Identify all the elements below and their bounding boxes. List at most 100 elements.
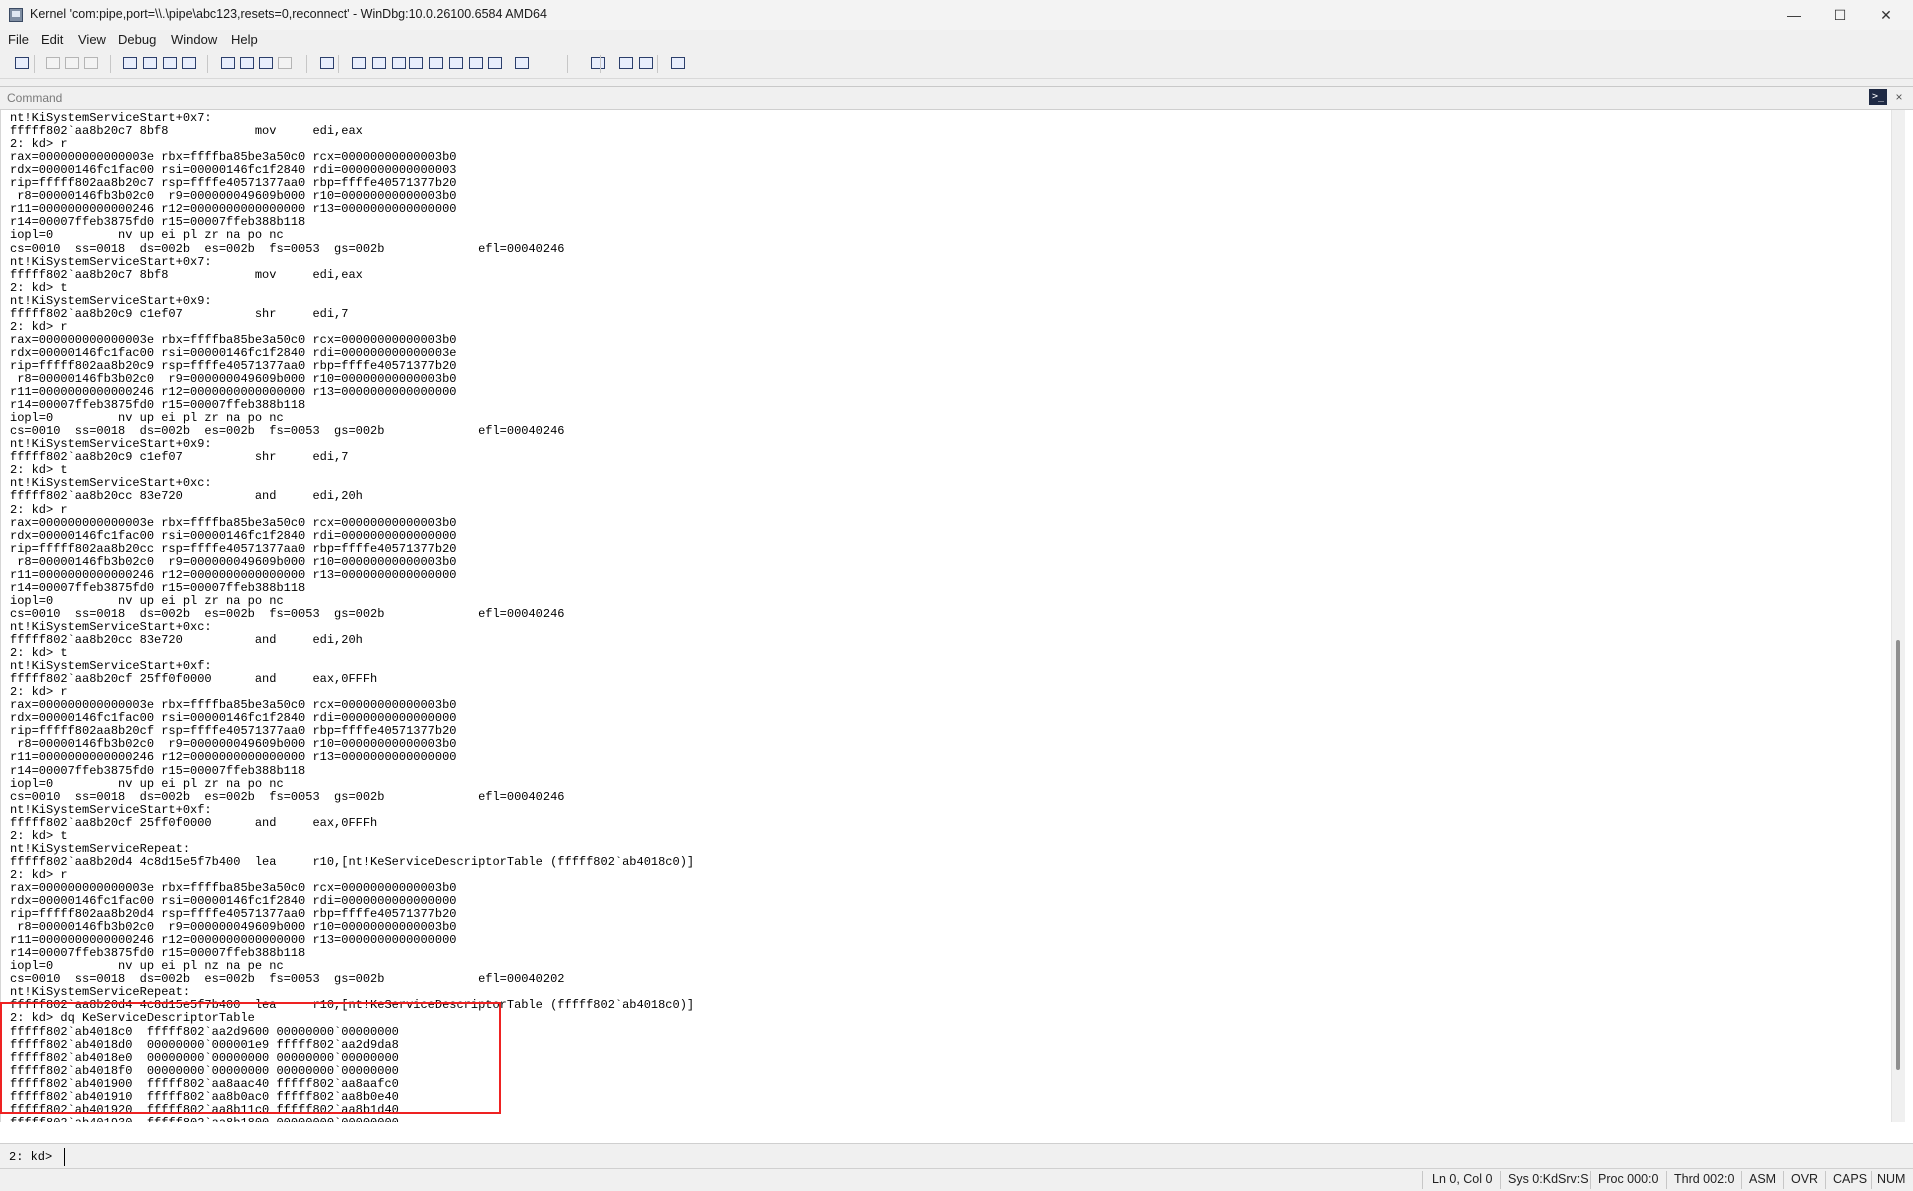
toolbar-separator: [600, 55, 601, 73]
output-line: r8=00000146fb3b02c0 r9=000000049609b000 …: [10, 920, 457, 935]
watch-window-icon-glyph: [372, 57, 386, 69]
minimize-button[interactable]: —: [1771, 0, 1817, 30]
output-line: rip=fffff802aa8b20cf rsp=ffffe40571377aa…: [10, 724, 457, 739]
output-line: r8=00000146fb3b02c0 r9=000000049609b000 …: [10, 189, 457, 204]
toolbar-separator: [567, 55, 568, 73]
status-ovr: OVR: [1791, 1172, 1819, 1186]
output-line: rdx=00000146fc1fac00 rsi=00000146fc1f284…: [10, 711, 457, 726]
options-icon[interactable]: [669, 54, 687, 72]
cut-icon-glyph: [46, 57, 60, 69]
step-into-icon[interactable]: [219, 54, 237, 72]
disassembly-window-icon[interactable]: [467, 54, 485, 72]
close-icon[interactable]: ×: [1891, 89, 1907, 105]
command-window-header: Command >_ ×: [0, 87, 1913, 110]
output-line: fffff802`aa8b20cc 83e720 and edi,20h: [10, 633, 363, 647]
menu-view[interactable]: View: [78, 32, 106, 47]
restart-icon[interactable]: [141, 54, 159, 72]
output-line: fffff802`ab401900 fffff802`aa8aac40 ffff…: [10, 1076, 399, 1091]
step-out-icon-glyph: [259, 57, 273, 69]
output-line: 2: kd> r: [10, 319, 68, 334]
output-line: rdx=00000146fc1fac00 rsi=00000146fc1f284…: [10, 528, 457, 543]
stop-debugging-icon[interactable]: [161, 54, 179, 72]
command-window: Command >_ × nt!KiSystemServiceStart+0x7…: [0, 86, 1913, 1174]
copy-icon: [63, 54, 81, 72]
toolbar-separator: [110, 55, 111, 73]
scratch-pad-icon-glyph: [488, 57, 502, 69]
menu-debug[interactable]: Debug: [118, 32, 156, 47]
output-line: iopl=0 nv up ei pl zr na po nc: [10, 228, 284, 243]
command-window-icon[interactable]: [350, 54, 368, 72]
output-scrollbar[interactable]: [1891, 110, 1905, 1122]
open-icon[interactable]: [13, 54, 31, 72]
output-line: r8=00000146fb3b02c0 r9=000000049609b000 …: [10, 554, 457, 569]
output-line: iopl=0 nv up ei pl zr na po nc: [10, 776, 284, 791]
menu-edit[interactable]: Edit: [41, 32, 63, 47]
command-input[interactable]: [64, 1148, 1905, 1166]
disassembly-window-icon-glyph: [469, 57, 483, 69]
menu-file[interactable]: File: [8, 32, 29, 47]
toolbar-separator: [306, 55, 307, 73]
output-line: r14=00007ffeb3875fd0 r15=00007ffeb388b11…: [10, 580, 306, 595]
output-line: fffff802`aa8b20c7 8bf8 mov edi,eax: [10, 267, 363, 282]
maximize-button[interactable]: ☐: [1817, 0, 1863, 30]
call-stack-window-icon[interactable]: [447, 54, 465, 72]
output-line: fffff802`ab401920 fffff802`aa8b11c0 ffff…: [10, 1102, 399, 1117]
source-mode-icon[interactable]: [589, 54, 607, 72]
status-num: NUM: [1877, 1172, 1906, 1186]
go-icon[interactable]: [121, 54, 139, 72]
prompt-icon[interactable]: >_: [1869, 89, 1887, 105]
output-line: iopl=0 nv up ei pl zr na po nc: [10, 593, 284, 608]
memory-window-icon-glyph: [429, 57, 443, 69]
step-into-icon-glyph: [221, 57, 235, 69]
output-line: nt!KiSystemServiceStart+0xf:: [10, 659, 212, 674]
step-over-icon[interactable]: [238, 54, 256, 72]
output-line: 2: kd> r: [10, 137, 68, 152]
cut-icon: [44, 54, 62, 72]
locals-window-icon[interactable]: [390, 54, 408, 72]
output-line: fffff802`aa8b20cc 83e720 and edi,20h: [10, 489, 363, 504]
output-line: r14=00007ffeb3875fd0 r15=00007ffeb388b11…: [10, 215, 306, 230]
call-stack-window-icon-glyph: [449, 57, 463, 69]
output-line: r11=0000000000000246 r12=000000000000000…: [10, 933, 457, 948]
output-line: nt!KiSystemServiceStart+0xf:: [10, 802, 212, 817]
output-line: 2: kd> r: [10, 685, 68, 700]
output-line: rip=fffff802aa8b20c9 rsp=ffffe40571377aa…: [10, 358, 457, 373]
font-icon[interactable]: [637, 54, 655, 72]
menu-window[interactable]: Window: [171, 32, 217, 47]
break-icon[interactable]: [180, 54, 198, 72]
status-sys: Sys 0:KdSrv:S: [1508, 1172, 1589, 1186]
status-caps: CAPS: [1833, 1172, 1868, 1186]
menu-bar: File Edit View Debug Window Help: [0, 30, 1913, 50]
status-proc: Proc 000:0: [1598, 1172, 1659, 1186]
breakpoint-hand-icon-glyph: [320, 57, 334, 69]
output-line: nt!KiSystemServiceStart+0xc:: [10, 476, 212, 491]
output-line: fffff802`ab401910 fffff802`aa8b0ac0 ffff…: [10, 1089, 399, 1104]
watch-window-icon[interactable]: [370, 54, 388, 72]
output-line: r14=00007ffeb3875fd0 r15=00007ffeb388b11…: [10, 398, 306, 413]
step-out-icon[interactable]: [257, 54, 275, 72]
output-line: cs=0010 ss=0018 ds=002b es=002b fs=0053 …: [10, 606, 565, 621]
menu-help[interactable]: Help: [231, 32, 258, 47]
output-line: fffff802`aa8b20d4 4c8d15e5f7b400 lea r10…: [10, 854, 695, 869]
output-line: rip=fffff802aa8b20d4 rsp=ffffe40571377aa…: [10, 907, 457, 922]
registers-window-icon[interactable]: [407, 54, 425, 72]
output-line: fffff802`aa8b20cf 25ff0f0000 and eax,0FF…: [10, 672, 378, 687]
output-line: cs=0010 ss=0018 ds=002b es=002b fs=0053 …: [10, 789, 565, 804]
source-mode-icon-glyph: [591, 57, 605, 69]
output-line: rdx=00000146fc1fac00 rsi=00000146fc1f284…: [10, 894, 457, 908]
breakpoint-hand-icon[interactable]: [318, 54, 336, 72]
output-line: rax=000000000000003e rbx=ffffba85be3a50c…: [10, 698, 457, 713]
close-button[interactable]: ✕: [1863, 0, 1909, 30]
toolbar: [0, 50, 1913, 79]
scrollbar-thumb[interactable]: [1896, 639, 1900, 1070]
input-prompt: 2: kd>: [9, 1150, 53, 1164]
output-line: 2: kd> t: [10, 828, 68, 843]
output-line: 2: kd> t: [10, 280, 68, 295]
output-line: rip=fffff802aa8b20cc rsp=ffffe40571377aa…: [10, 541, 457, 556]
command-output[interactable]: nt!KiSystemServiceStart+0x7: fffff802`aa8…: [0, 110, 1889, 1122]
output-line: rax=000000000000003e rbx=ffffba85be3a50c…: [10, 150, 457, 165]
scratch-pad-icon[interactable]: [486, 54, 504, 72]
processes-threads-icon[interactable]: [513, 54, 531, 72]
memory-window-icon[interactable]: [427, 54, 445, 72]
hex-mode-icon[interactable]: [617, 54, 635, 72]
